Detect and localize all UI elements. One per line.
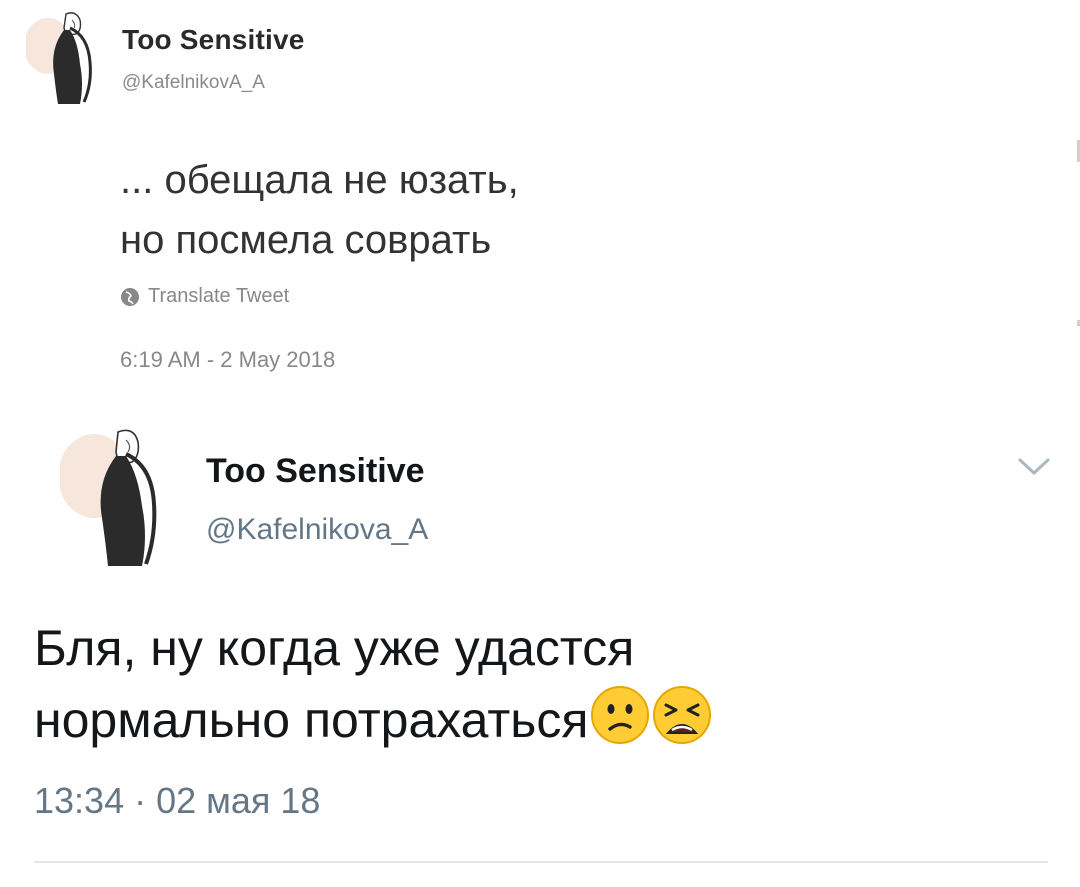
tweet-text-line-2: нормально потрахаться <box>34 684 1054 756</box>
translate-tweet-link[interactable]: Translate Tweet <box>120 285 289 308</box>
confused-face-icon <box>591 686 650 744</box>
handle[interactable]: @Kafelnikova_A <box>206 513 428 547</box>
tweet-text-line: Бля, ну когда уже удастся <box>34 620 635 676</box>
globe-icon <box>121 287 139 306</box>
tweet-text-line: ... обещала не юзать, <box>120 158 519 202</box>
handle[interactable]: @KafelnikovA_A <box>122 72 265 94</box>
weary-face-icon <box>653 686 712 744</box>
quoted-tweet-screenshot: Too Sensitive @KafelnikovA_A ... обещала… <box>0 0 1080 400</box>
chevron-down-icon[interactable] <box>1016 456 1052 478</box>
tweet-text: Бля, ну когда уже удастся нормально потр… <box>34 612 1054 756</box>
timestamp[interactable]: 6:19 AM - 2 May 2018 <box>120 347 335 373</box>
avatar[interactable] <box>26 6 112 106</box>
display-name[interactable]: Too Sensitive <box>122 24 305 56</box>
translate-label: Translate Tweet <box>148 285 290 307</box>
tweet-text: ... обещала не юзать, но посмела соврать <box>120 150 519 270</box>
avatar[interactable] <box>60 420 190 570</box>
timestamp[interactable]: 13:34 · 02 мая 18 <box>34 780 320 822</box>
tweet-text-line: но посмела соврать <box>120 218 492 262</box>
tweet-text-content: нормально потрахаться <box>34 692 589 748</box>
divider <box>34 861 1048 863</box>
display-name[interactable]: Too Sensitive <box>206 452 425 491</box>
